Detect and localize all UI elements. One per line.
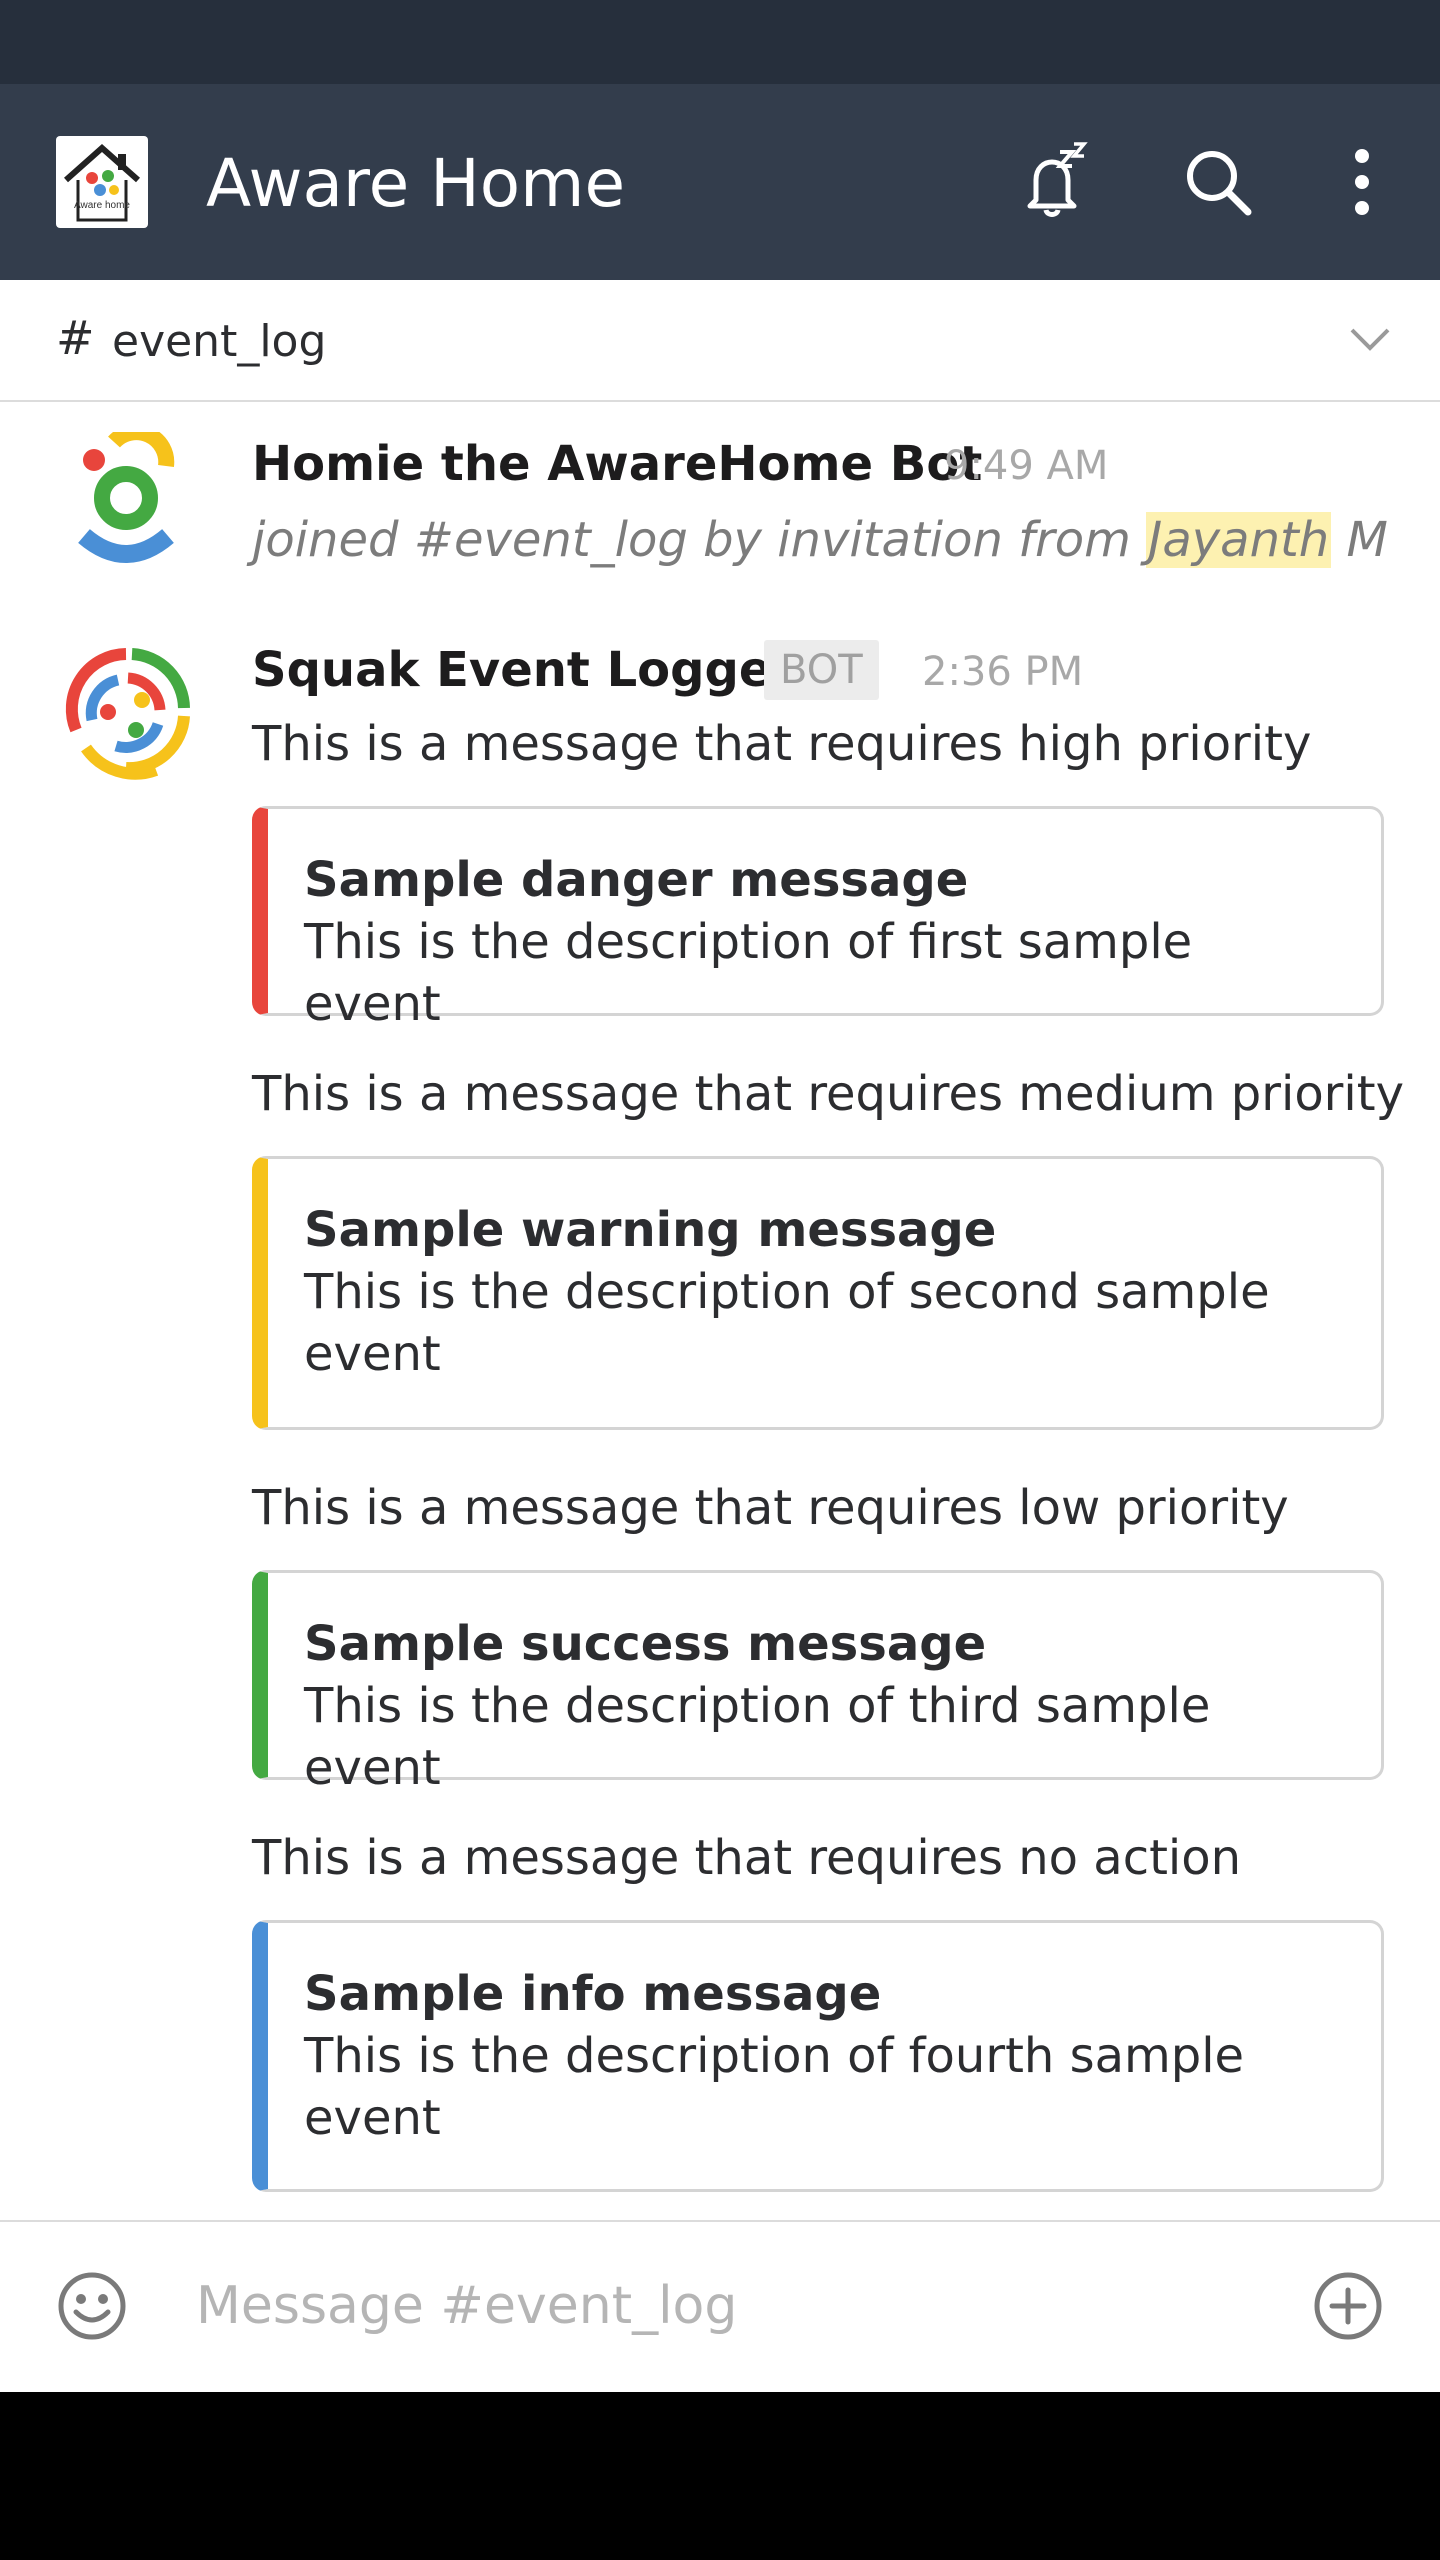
homie-bot-avatar[interactable] bbox=[56, 432, 196, 572]
status-bar bbox=[0, 0, 1440, 84]
channel-header[interactable]: # event_log bbox=[0, 280, 1440, 402]
message-timestamp: 2:36 PM bbox=[922, 649, 1084, 695]
attachment-info[interactable]: Sample info message This is the descript… bbox=[252, 1920, 1384, 2192]
attachment-description: This is the description of third sample … bbox=[304, 1678, 1211, 1796]
join-text-tail: M bbox=[1331, 512, 1388, 568]
squak-logger-avatar[interactable] bbox=[56, 640, 196, 780]
message-sender[interactable]: Squak Event Logger bbox=[252, 640, 795, 700]
attachment-description: This is the description of second sample… bbox=[304, 1264, 1270, 1382]
message-input[interactable] bbox=[196, 2270, 1256, 2342]
add-attachment-icon[interactable] bbox=[1310, 2268, 1386, 2344]
house-logo-icon: Aware home bbox=[64, 143, 140, 222]
attachment-description: This is the description of fourth sample… bbox=[304, 2028, 1245, 2146]
app-bar: Aware home Aware Home bbox=[0, 84, 1440, 280]
message-composer bbox=[0, 2220, 1440, 2392]
join-message: joined #event_log by invitation from Jay… bbox=[252, 508, 1388, 572]
message-sender[interactable]: Homie the AwareHome Bot bbox=[252, 434, 982, 494]
bot-badge: BOT bbox=[764, 640, 879, 700]
search-icon[interactable] bbox=[1168, 132, 1268, 232]
join-text-part: joined #event_log by invitation from bbox=[252, 512, 1147, 568]
workspace-title[interactable]: Aware Home bbox=[206, 146, 625, 222]
message-text: This is a message that requires high pri… bbox=[252, 716, 1312, 772]
svg-text:Aware home: Aware home bbox=[74, 200, 130, 211]
message-text: This is a message that requires no actio… bbox=[252, 1830, 1242, 1886]
attachment-title: Sample danger message bbox=[304, 852, 969, 908]
message-text: This is a message that requires medium p… bbox=[252, 1066, 1404, 1122]
chevron-down-icon[interactable] bbox=[1340, 310, 1400, 370]
user-mention[interactable]: Jayanth bbox=[1146, 512, 1332, 568]
message-text: This is a message that requires low prio… bbox=[252, 1480, 1289, 1536]
attachment-success[interactable]: Sample success message This is the descr… bbox=[252, 1570, 1384, 1796]
system-navigation-bar bbox=[0, 2392, 1440, 2560]
message-timestamp: 9:49 AM bbox=[944, 443, 1109, 489]
attachment-title: Sample warning message bbox=[304, 1202, 997, 1258]
channel-hash-icon: # bbox=[56, 311, 95, 365]
attachment-warning[interactable]: Sample warning message This is the descr… bbox=[252, 1156, 1384, 1430]
attachment-title: Sample info message bbox=[304, 1966, 882, 2022]
workspace-logo[interactable]: Aware home bbox=[56, 136, 148, 228]
attachment-title: Sample success message bbox=[304, 1616, 987, 1672]
bell-snooze-icon[interactable] bbox=[1004, 132, 1104, 232]
more-vert-icon[interactable] bbox=[1312, 132, 1412, 232]
attachment-description: This is the description of first sample … bbox=[304, 914, 1193, 1032]
channel-name[interactable]: event_log bbox=[112, 314, 326, 370]
attachment-danger[interactable]: Sample danger message This is the descri… bbox=[252, 806, 1384, 1032]
emoji-icon[interactable] bbox=[54, 2268, 130, 2344]
